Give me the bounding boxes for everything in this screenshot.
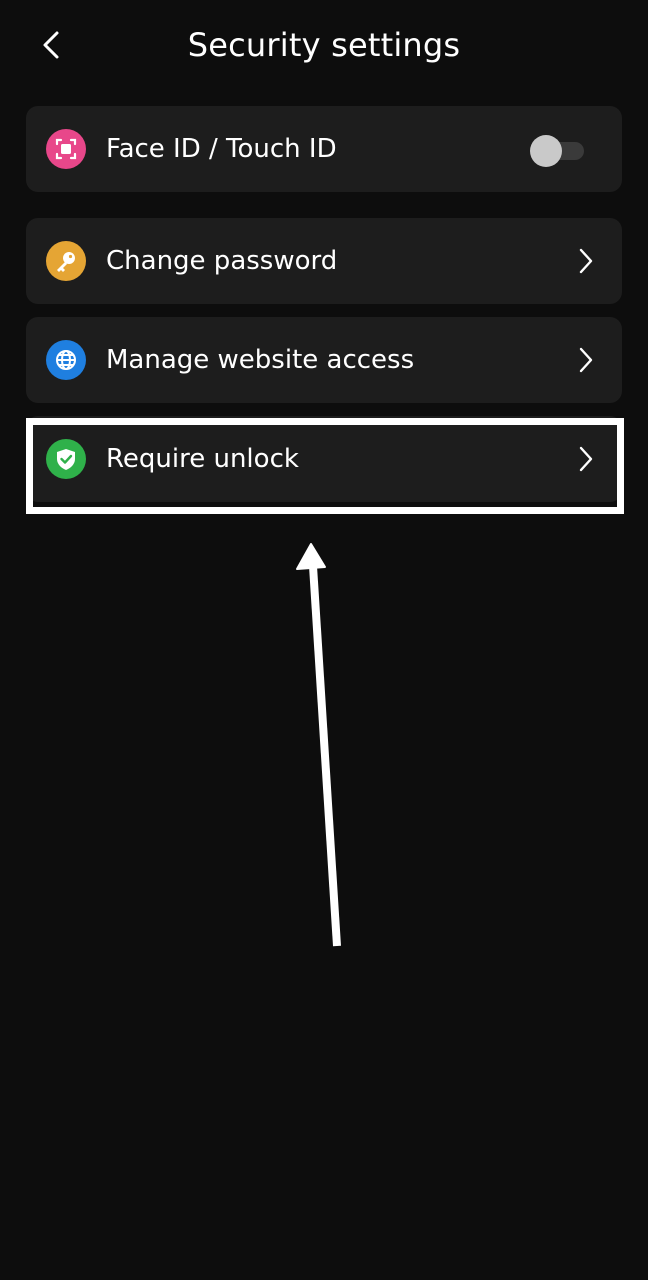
- chevron-right-icon: [576, 444, 596, 474]
- key-icon: [46, 241, 86, 281]
- require-unlock-row[interactable]: Require unlock: [26, 416, 622, 502]
- face-id-label: Face ID / Touch ID: [106, 134, 337, 164]
- header: Security settings: [0, 0, 648, 100]
- require-unlock-label: Require unlock: [106, 444, 299, 474]
- shield-check-icon: [46, 439, 86, 479]
- toggle-knob: [530, 135, 562, 167]
- face-id-toggle[interactable]: [530, 135, 584, 167]
- manage-website-access-label: Manage website access: [106, 345, 415, 375]
- page-title: Security settings: [187, 26, 461, 64]
- change-password-label: Change password: [106, 246, 338, 276]
- chevron-right-icon: [576, 246, 596, 276]
- annotation-arrow: [296, 543, 341, 947]
- manage-website-access-row[interactable]: Manage website access: [26, 317, 622, 403]
- chevron-right-icon: [576, 345, 596, 375]
- globe-icon: [46, 340, 86, 380]
- face-id-row: Face ID / Touch ID: [26, 106, 622, 192]
- face-id-icon: [46, 129, 86, 169]
- change-password-row[interactable]: Change password: [26, 218, 622, 304]
